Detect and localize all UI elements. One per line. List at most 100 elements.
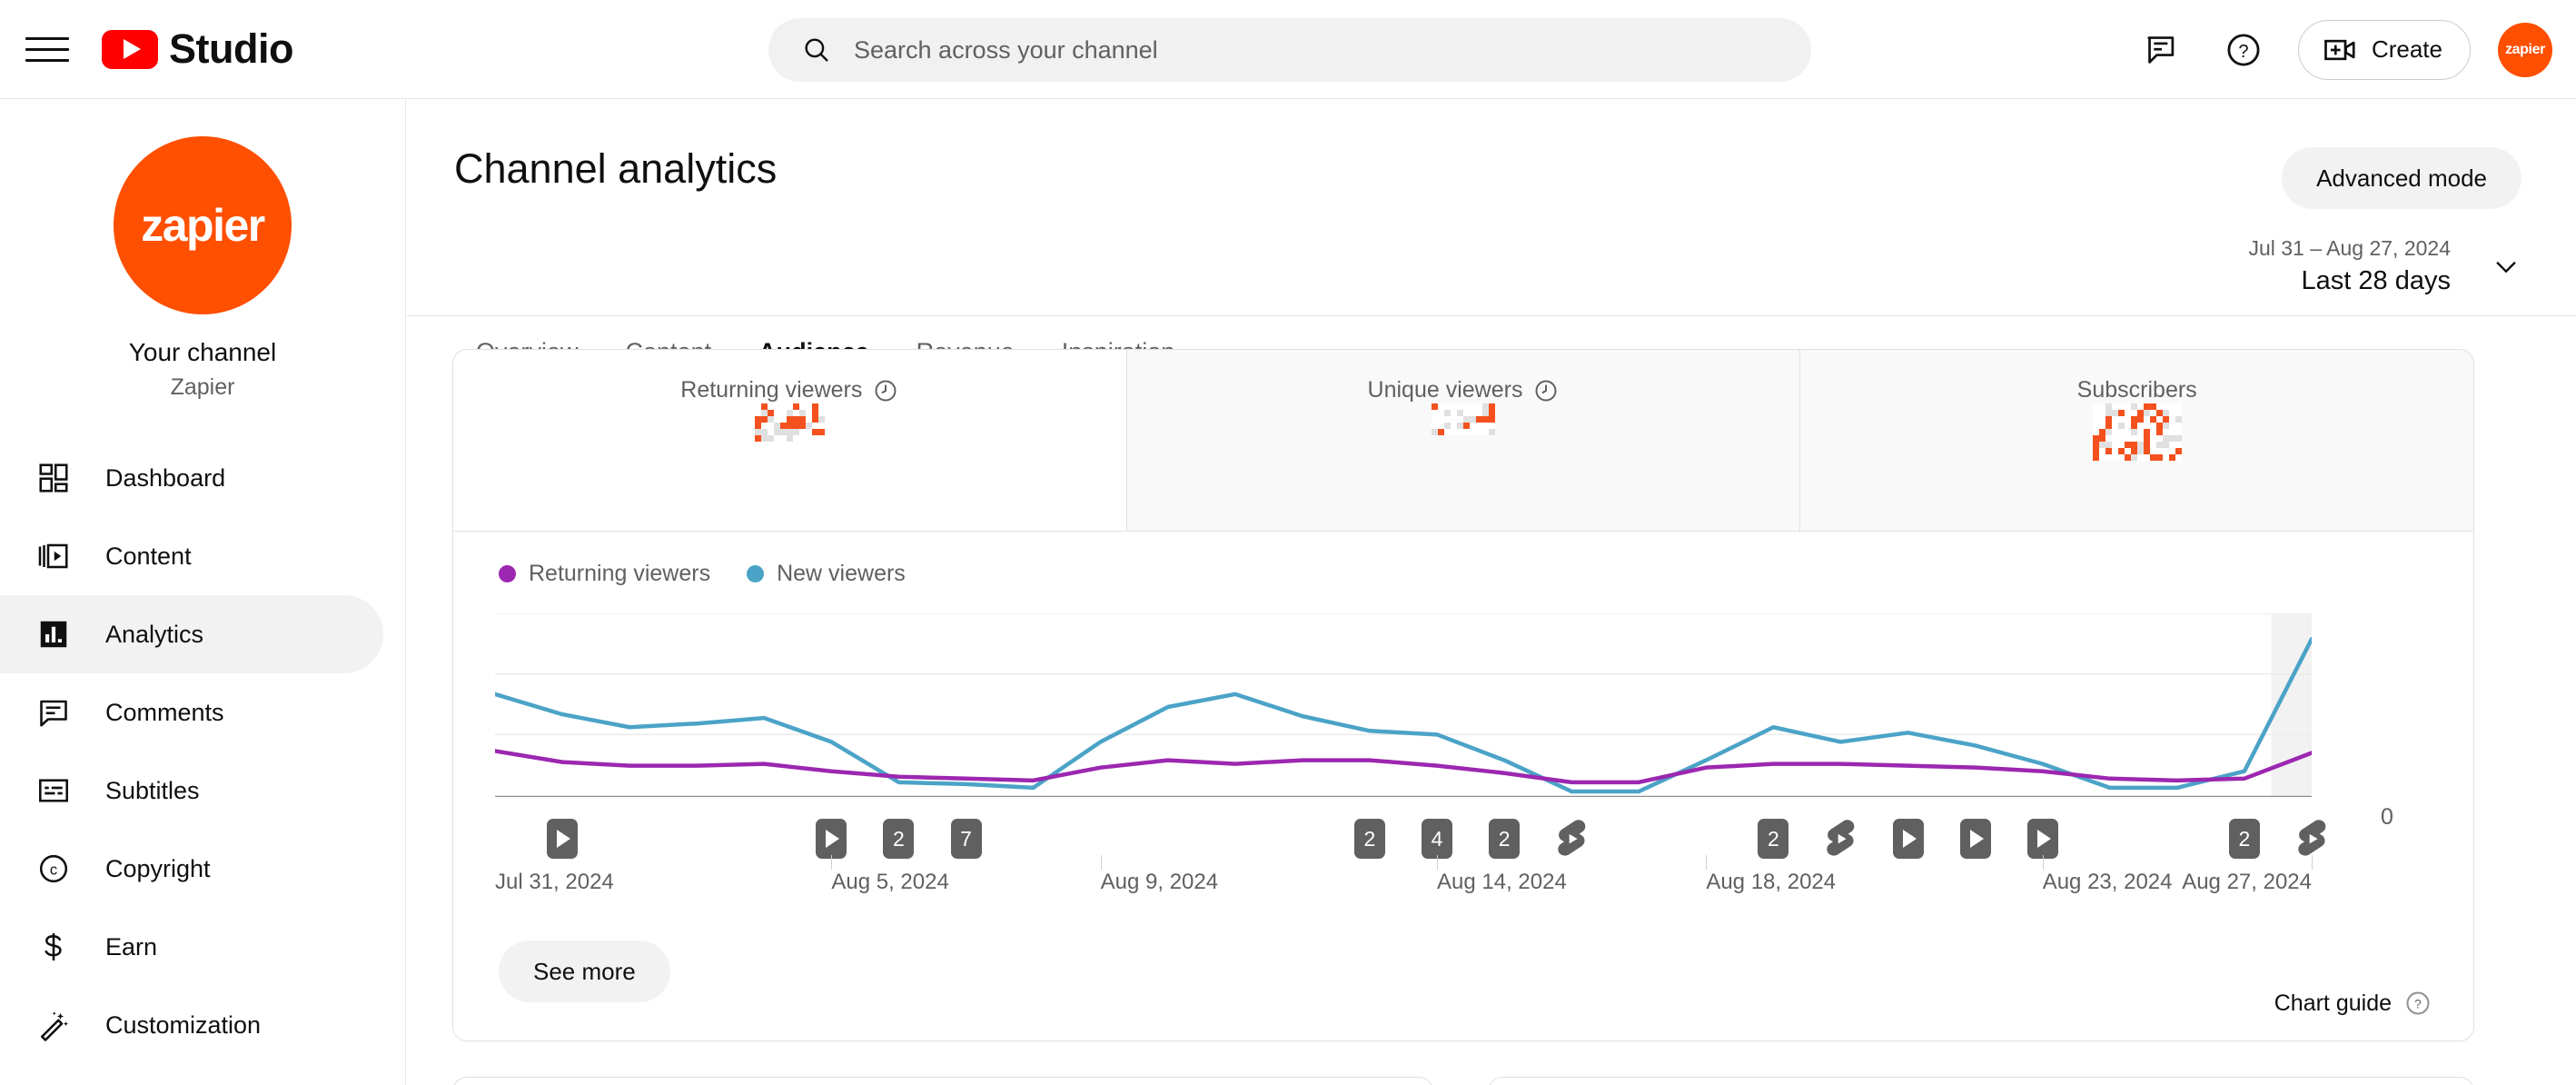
metric-returning-viewers[interactable]: Returning viewers [453,350,1126,531]
x-axis-tick [2312,855,2313,870]
channel-block: zapier Your channel Zapier [0,100,405,401]
video-count-label: 2 [1498,826,1511,851]
video-marker[interactable] [1959,819,1991,859]
chart-legend: Returning viewers New viewers [499,561,906,587]
video-count-badge: 4 [1422,819,1453,859]
sidebar-item-label: Subtitles [105,776,200,804]
x-axis-tick [1706,855,1708,870]
sidebar-item-label: Earn [105,932,158,961]
date-range-selector[interactable]: Jul 31 – Aug 27, 2024 Last 28 days [2248,236,2522,296]
video-marker[interactable] [1892,819,1924,859]
customization-icon [35,1006,73,1044]
x-axis-tick-label: Jul 31, 2024 [495,870,614,894]
channel-avatar[interactable]: zapier [114,136,292,314]
sidebar-item-content[interactable]: Content [0,517,383,595]
video-marker[interactable] [2026,819,2058,859]
short-marker[interactable] [1822,819,1858,865]
avatar-label: zapier [2505,41,2545,57]
date-range-preset: Last 28 days [2301,266,2451,295]
sidebar-item-label: Dashboard [105,463,226,492]
sidebar-item-dashboard[interactable]: Dashboard [0,439,383,517]
see-more-button[interactable]: See more [499,941,670,1002]
chart-guide-link[interactable]: Chart guide ? [2274,990,2432,1017]
earn-icon [35,928,73,966]
play-icon [1959,819,1991,859]
video-count-badge: 2 [1353,819,1385,859]
legend-swatch [499,565,516,582]
video-marker[interactable]: 2 [1758,819,1789,859]
sidebar-item-analytics[interactable]: Analytics [0,595,383,673]
sidebar-item-customization[interactable]: Customization [0,986,383,1064]
sidebar-item-earn[interactable]: Earn [0,908,383,986]
dashboard-icon [35,459,73,497]
svg-text:?: ? [2414,998,2422,1011]
x-axis-tick-label: Aug 23, 2024 [2042,870,2173,894]
comments-icon [35,693,73,732]
line-chart-plot[interactable] [495,612,2312,799]
legend-item-new-viewers[interactable]: New viewers [747,561,906,587]
video-marker[interactable] [547,819,579,859]
video-marker[interactable]: 2 [2228,819,2260,859]
studio-logo-text: Studio [169,25,293,72]
channel-name: Zapier [170,374,235,400]
see-more-label: See more [533,957,636,985]
sidebar-item-comments[interactable]: Comments [0,673,383,752]
y-axis-zero-label: 0 [2381,804,2393,830]
page-title: Channel analytics [454,145,778,192]
subtitles-icon [35,771,73,810]
chevron-down-icon [2496,261,2516,274]
help-icon[interactable]: ? [2216,23,2271,77]
sidebar-item-label: Customization [105,1010,262,1039]
svg-text:?: ? [2238,42,2248,62]
sidebar-item-copyright[interactable]: c Copyright [0,830,383,908]
x-axis-tick [2042,855,2044,870]
search-placeholder: Search across your channel [854,35,1158,64]
video-count-badge: 7 [950,819,982,859]
sidebar-nav: Dashboard Content Analytics Comments Sub… [0,439,405,1064]
create-button[interactable]: Create [2297,19,2471,80]
video-marker[interactable] [816,819,847,859]
advanced-mode-button[interactable]: Advanced mode [2282,147,2522,209]
play-icon [1892,819,1924,859]
video-marker[interactable]: 4 [1422,819,1453,859]
search-icon [805,38,828,62]
top-bar-actions: ? Create zapier [2135,0,2552,99]
analytics-icon [35,615,73,653]
video-marker[interactable]: 2 [883,819,915,859]
sidebar-item-subtitles[interactable]: Subtitles [0,752,383,830]
advanced-mode-label: Advanced mode [2316,164,2487,192]
shorts-icon [1827,820,1855,856]
x-axis-tick [1100,855,1102,870]
x-axis-tick-label: Aug 9, 2024 [1100,870,1219,894]
metric-label: Unique viewers [1367,377,1523,403]
youtube-play-icon [102,29,158,69]
sidebar-item-label: Comments [105,698,224,726]
sidebar-item-label: Analytics [105,620,204,648]
video-marker[interactable]: 2 [1489,819,1521,859]
search-input[interactable]: Search across your channel [768,18,1811,82]
video-marker[interactable]: 2 [1353,819,1385,859]
short-marker[interactable] [1553,819,1590,865]
video-count-label: 2 [1363,826,1376,851]
channel-avatar-label: zapier [141,200,265,251]
metric-value-redacted [2092,403,2182,461]
video-count-badge: 2 [1489,819,1521,859]
metric-value-redacted [1432,403,1495,435]
metric-unique-viewers[interactable]: Unique viewers [1125,350,1800,531]
studio-logo[interactable]: Studio [102,25,293,73]
sidebar-item-label: Copyright [105,854,211,882]
help-icon: ? [2406,991,2430,1015]
clock-icon [875,380,897,401]
audience-chart-card: Returning viewers Unique viewers Subscri… [452,349,2474,1041]
hamburger-icon[interactable] [25,27,69,71]
feedback-icon[interactable] [2135,23,2189,77]
video-marker[interactable]: 7 [950,819,982,859]
metric-subscribers[interactable]: Subscribers [1799,350,2473,531]
x-axis-tick [1437,855,1439,870]
clock-icon [1535,380,1557,401]
legend-label: New viewers [777,561,906,586]
legend-item-returning-viewers[interactable]: Returning viewers [499,561,710,587]
avatar[interactable]: zapier [2498,22,2552,77]
play-icon [816,819,847,859]
video-count-label: 2 [893,826,905,851]
